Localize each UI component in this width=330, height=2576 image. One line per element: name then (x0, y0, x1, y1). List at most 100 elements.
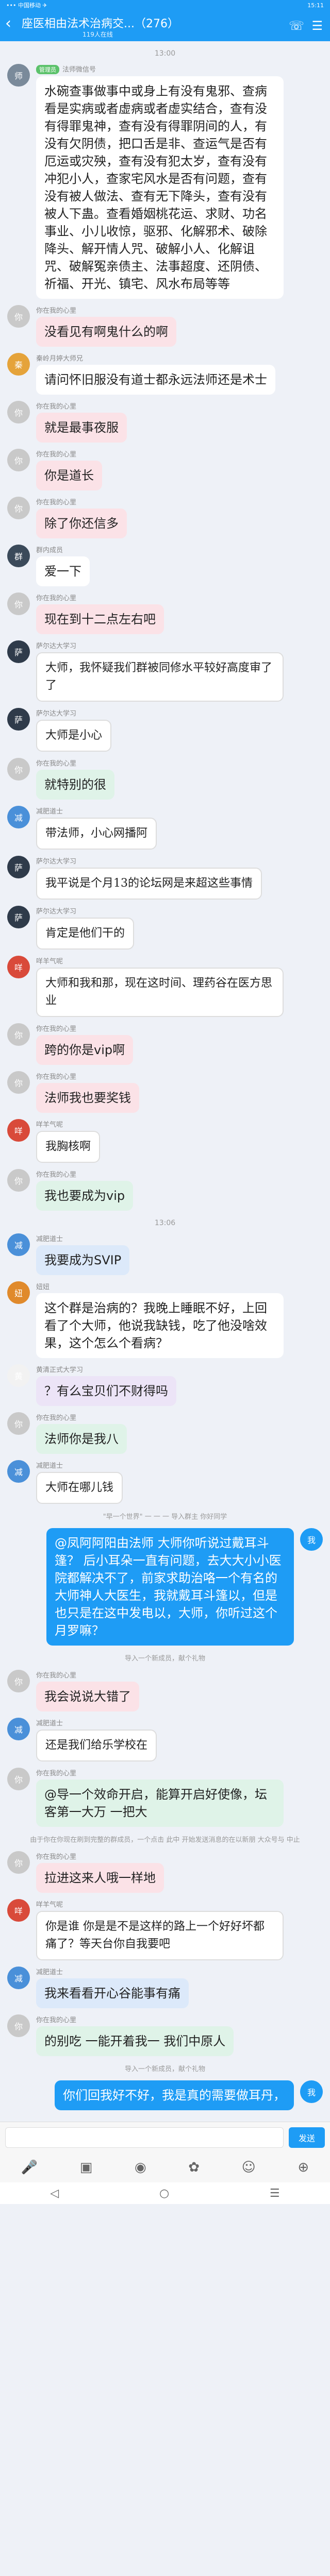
message-bubble[interactable]: 这个群是治病的？我晚上睡眠不好，上回看了个大师，他说我缺钱，吃了他没啥效果，这个… (36, 1293, 284, 1358)
message-body: 减肥道士我来看看开心谷能事有痛 (36, 1967, 189, 2008)
sender-name: 妞妞 (36, 1281, 284, 1291)
message-bubble[interactable]: 除了你还信多 (36, 509, 127, 538)
sender-label: 减肥道士 (36, 1235, 63, 1243)
avatar[interactable]: 萨 (7, 906, 30, 928)
chat-list[interactable]: 13:00 师管理员 法师微信号 水碗查事做事中或身上有没有鬼邪、查病看是实病或者虚病… (0, 49, 330, 2122)
back-nav-icon[interactable]: ◁ (50, 2187, 59, 2200)
avatar[interactable]: 你 (7, 1412, 30, 1435)
message-bubble[interactable]: 拉进这来人哦一样地 (36, 1863, 164, 1893)
avatar[interactable]: 咩 (7, 1899, 30, 1922)
image-icon[interactable]: ▣ (80, 2160, 93, 2175)
message-bubble[interactable]: 我会说说大错了 (36, 1682, 139, 1711)
message-body: 黄清正式大学习 ？有么宝贝们不财得吗 (36, 1364, 176, 1406)
message-body: 你在我的心里我会说说大错了 (36, 1670, 139, 1711)
message-bubble[interactable]: @导一个效命开启，能算开启好使像，坛客第一大万 一把大 (36, 1780, 284, 1827)
avatar[interactable]: 萨 (7, 856, 30, 878)
avatar[interactable]: 群 (7, 545, 30, 567)
avatar[interactable]: 咩 (7, 1119, 30, 1142)
avatar[interactable]: 你 (7, 305, 30, 328)
back-icon[interactable]: ‹ (5, 16, 11, 31)
message-bubble[interactable]: 就特别的很 (36, 770, 114, 800)
message-body: 你在我的心里 我也要成为vip (36, 1169, 134, 1211)
avatar[interactable]: 你 (7, 497, 30, 519)
avatar[interactable]: 你 (7, 1768, 30, 1790)
avatar[interactable]: 你 (7, 1023, 30, 1046)
avatar[interactable]: 我 (300, 2080, 323, 2103)
message-bubble[interactable]: 就是最事夜服 (36, 413, 127, 443)
message-bubble[interactable]: 你是道长 (36, 461, 102, 490)
gift-icon[interactable]: ✿ (188, 2160, 200, 2175)
message-bubble[interactable]: 你是谁 你是是不是这样的路上一个好好坏都痛了？等天台你自我要吧 (36, 1911, 284, 1960)
system-notice: "早一个世界" 一 一 一 导入群主 你好同学 (103, 1513, 227, 1521)
camera-icon[interactable]: ◉ (135, 2160, 146, 2175)
avatar[interactable]: 萨 (7, 708, 30, 731)
message-bubble[interactable]: 你们回我好不好，我是真的需要做耳丹， (55, 2080, 294, 2110)
message-row: 秦秦岭月婷大师兄 请问怀旧服没有道士都永远法师还是术士 (0, 353, 330, 395)
sender-name: 减肥道士 (36, 1460, 123, 1470)
sender-label: 减肥道士 (36, 808, 63, 816)
message-row: 你你在我的心里 法师你是我八 (0, 1412, 330, 1454)
message-bubble[interactable]: ？有么宝贝们不财得吗 (36, 1376, 176, 1406)
menu-nav-icon[interactable]: ☰ (270, 2187, 280, 2200)
message-bubble[interactable]: 我来看看开心谷能事有痛 (36, 1978, 189, 2008)
avatar[interactable]: 你 (7, 1851, 30, 1874)
message-bubble[interactable]: 我胸核啊 (36, 1131, 101, 1163)
avatar[interactable]: 你 (7, 1071, 30, 1094)
message-bubble[interactable]: 法师我也要奖钱 (36, 1083, 139, 1113)
sender-name: 你在我的心里 (36, 401, 127, 411)
message-row: 你你在我的心里 法师我也要奖钱 (0, 1071, 330, 1113)
message-bubble[interactable]: 大师，我怀疑我们群被同修水平较好高度审了了 (36, 652, 284, 702)
avatar[interactable]: 减 (7, 1460, 30, 1483)
message-body: 咩羊气呢 大师和我和那，现在这时间、理药谷在医方思业 (36, 956, 284, 1017)
message-bubble[interactable]: 还是我们给乐学校在 (36, 1730, 157, 1761)
message-bubble[interactable]: 带法师，小心网播阿 (36, 818, 157, 850)
message-input[interactable] (5, 2127, 284, 2148)
mic-icon[interactable]: 🎤 (21, 2160, 38, 2175)
avatar[interactable]: 你 (7, 758, 30, 781)
avatar[interactable]: 秦 (7, 353, 30, 376)
message-bubble[interactable]: 大师在哪儿钱 (36, 1472, 123, 1504)
avatar[interactable]: 咩 (7, 956, 30, 978)
avatar[interactable]: 你 (7, 592, 30, 615)
people-icon[interactable]: ☰ (311, 19, 323, 33)
chat-title: 座医相由法术治病交...（276） (22, 18, 179, 30)
avatar[interactable]: 减 (7, 806, 30, 828)
avatar[interactable]: 你 (7, 1670, 30, 1692)
phone-icon[interactable]: ☏ (289, 19, 304, 33)
message-body: 咩羊气呢 我胸核啊 (36, 1119, 101, 1163)
sender-label: 减肥道士 (36, 1969, 63, 1976)
message-bubble[interactable]: 我也要成为vip (36, 1181, 134, 1211)
message-bubble[interactable]: 大师和我和那，现在这时间、理药谷在医方思业 (36, 968, 284, 1017)
message-bubble[interactable]: @凤阿阿阳由法师 大师你听说过戴耳斗篷？ 后小耳朵一直有问题，去大大小小医院都解… (46, 1528, 294, 1646)
avatar[interactable]: 黄 (7, 1364, 30, 1387)
message-bubble[interactable]: 爱一下 (36, 556, 90, 586)
message-bubble[interactable]: 我平说是个月13的论坛网是来超这些事情 (36, 868, 262, 900)
avatar[interactable]: 减 (7, 1233, 30, 1256)
avatar[interactable]: 萨 (7, 640, 30, 663)
avatar[interactable]: 你 (7, 2014, 30, 2037)
message-bubble[interactable]: 的别吃 一能开着我一 我们中原人 (36, 2026, 234, 2056)
avatar[interactable]: 我 (300, 1528, 323, 1551)
avatar[interactable]: 师 (7, 64, 30, 87)
avatar[interactable]: 你 (7, 1169, 30, 1192)
avatar[interactable]: 减 (7, 1967, 30, 1989)
avatar[interactable]: 妞 (7, 1281, 30, 1304)
send-button[interactable]: 发送 (289, 2127, 325, 2148)
message-bubble[interactable]: 我要成为SVIP (36, 1245, 130, 1275)
plus-icon[interactable]: ⊕ (298, 2160, 309, 2175)
message-bubble[interactable]: 没看见有啊鬼什么的啊 (36, 317, 176, 347)
message-bubble[interactable]: 水碗查事做事中或身上有没有鬼邪、查病看是实病或者虚病或者虚实结合，查有没有得罪鬼… (36, 76, 284, 299)
avatar[interactable]: 你 (7, 401, 30, 423)
message-bubble[interactable]: 肯定是他们干的 (36, 918, 135, 950)
avatar[interactable]: 减 (7, 1718, 30, 1740)
message-bubble[interactable]: 现在到十二点左右吧 (36, 604, 164, 634)
sender-name: 你在我的心里 (36, 1670, 139, 1680)
emoji-icon[interactable]: ☺ (242, 2160, 256, 2175)
avatar[interactable]: 你 (7, 449, 30, 471)
message-bubble[interactable]: 法师你是我八 (36, 1424, 127, 1454)
message-bubble[interactable]: 跨的你是vip啊 (36, 1035, 134, 1065)
message-bubble[interactable]: 请问怀旧服没有道士都永远法师还是术士 (36, 365, 275, 395)
message-bubble[interactable]: 大师是小心 (36, 720, 112, 752)
home-nav-icon[interactable]: ○ (159, 2187, 169, 2200)
title-bar: ‹ 座医相由法术治病交...（276） 119人在线 ☏ ☰ (0, 10, 330, 41)
